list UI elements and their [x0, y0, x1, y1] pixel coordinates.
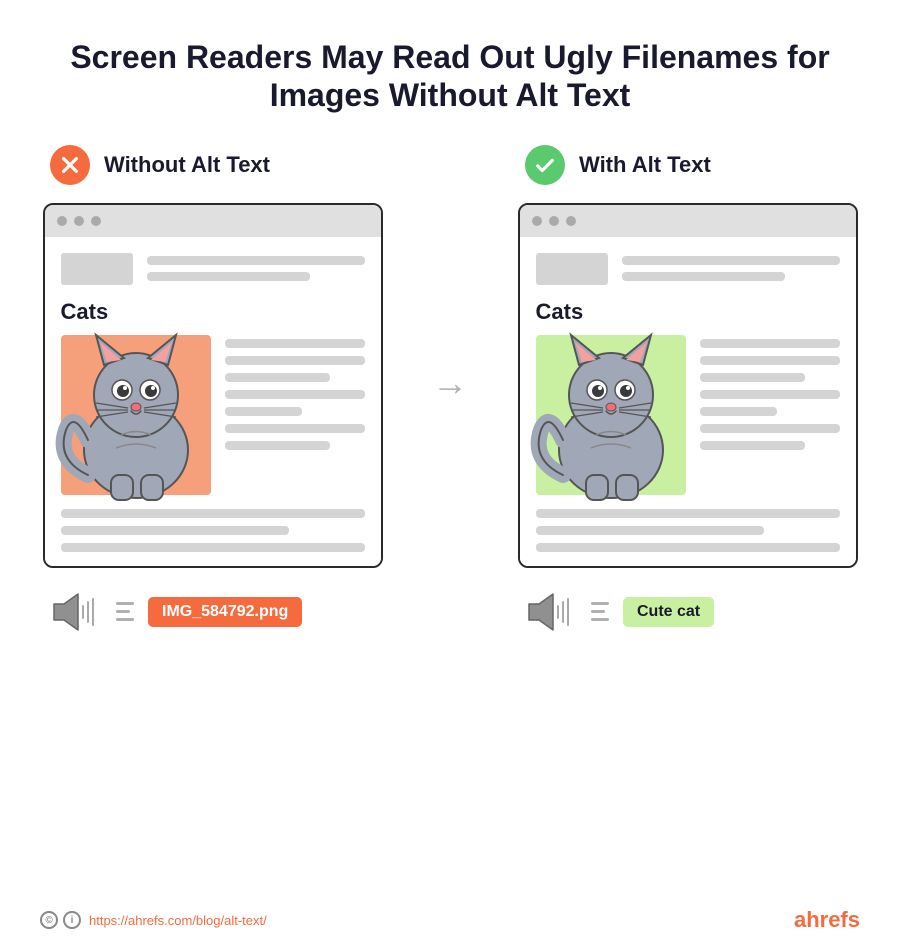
right-cat-svg [521, 320, 696, 505]
arrow-icon: → [432, 365, 468, 401]
line [225, 407, 302, 416]
line [700, 407, 777, 416]
line [536, 509, 840, 518]
line [225, 424, 365, 433]
right-column: With Alt Text Cats [515, 145, 860, 634]
line [622, 272, 786, 281]
footer: © i https://ahrefs.com/blog/alt-text/ ah… [0, 897, 900, 951]
info-icon: i [63, 911, 81, 929]
left-wave-lines [116, 602, 134, 621]
left-cat-svg [46, 320, 221, 505]
left-header-placeholder [61, 253, 365, 285]
line [700, 441, 805, 450]
left-text-lines [225, 335, 365, 450]
left-filename-tag: IMG_584792.png [148, 597, 302, 627]
right-sound-row: Cute cat [515, 590, 714, 634]
line [61, 543, 365, 552]
line [700, 424, 840, 433]
line [225, 339, 365, 348]
line [700, 339, 840, 348]
line [225, 390, 365, 399]
left-sound-row: IMG_584792.png [40, 590, 302, 634]
footer-url: https://ahrefs.com/blog/alt-text/ [89, 913, 267, 928]
right-line-group [622, 256, 840, 281]
left-bottom-lines [61, 509, 365, 552]
line [225, 373, 330, 382]
left-speaker-icon [50, 590, 102, 634]
line [700, 390, 840, 399]
check-icon [534, 154, 556, 176]
line [622, 256, 840, 265]
left-line-2 [147, 272, 311, 281]
browser-dot-2 [74, 216, 84, 226]
footer-icons: © i [40, 911, 81, 929]
right-content-area [536, 335, 840, 495]
browser-dot-6 [566, 216, 576, 226]
cc-icon: © [40, 911, 58, 929]
browser-dot-3 [91, 216, 101, 226]
x-icon [59, 154, 81, 176]
left-label-row: Without Alt Text [40, 145, 270, 185]
line [536, 526, 764, 535]
line [61, 526, 289, 535]
comparison-row: Without Alt Text Cats [0, 145, 900, 634]
right-speaker-icon [525, 590, 577, 634]
right-browser-content: Cats [520, 237, 856, 566]
right-header-placeholder [536, 253, 840, 285]
left-cat-image-box [61, 335, 211, 495]
line [536, 543, 840, 552]
browser-dot-5 [549, 216, 559, 226]
left-line-group [147, 256, 365, 281]
left-browser-content: Cats [45, 237, 381, 566]
left-browser-bar [45, 205, 381, 237]
left-browser-window: Cats [43, 203, 383, 568]
left-label-text: Without Alt Text [104, 152, 270, 178]
main-title: Screen Readers May Read Out Ugly Filenam… [0, 38, 900, 115]
right-filename-tag: Cute cat [623, 597, 714, 627]
right-label-text: With Alt Text [579, 152, 711, 178]
good-badge [525, 145, 565, 185]
browser-dot-1 [57, 216, 67, 226]
bad-badge [50, 145, 90, 185]
line [225, 441, 330, 450]
footer-left: © i https://ahrefs.com/blog/alt-text/ [40, 911, 267, 929]
right-wave-lines [591, 602, 609, 621]
line [700, 373, 805, 382]
left-line-1 [147, 256, 365, 265]
line [61, 509, 365, 518]
browser-dot-4 [532, 216, 542, 226]
line [225, 356, 365, 365]
right-text-lines [700, 335, 840, 450]
left-content-area [61, 335, 365, 495]
right-label-row: With Alt Text [515, 145, 711, 185]
right-bottom-lines [536, 509, 840, 552]
line [700, 356, 840, 365]
right-browser-bar [520, 205, 856, 237]
left-column: Without Alt Text Cats [40, 145, 385, 634]
right-rect-box [536, 253, 608, 285]
right-cat-image-box [536, 335, 686, 495]
ahrefs-logo: ahrefs [794, 907, 860, 933]
comparison-arrow: → [425, 365, 475, 401]
right-browser-window: Cats [518, 203, 858, 568]
left-rect-box [61, 253, 133, 285]
